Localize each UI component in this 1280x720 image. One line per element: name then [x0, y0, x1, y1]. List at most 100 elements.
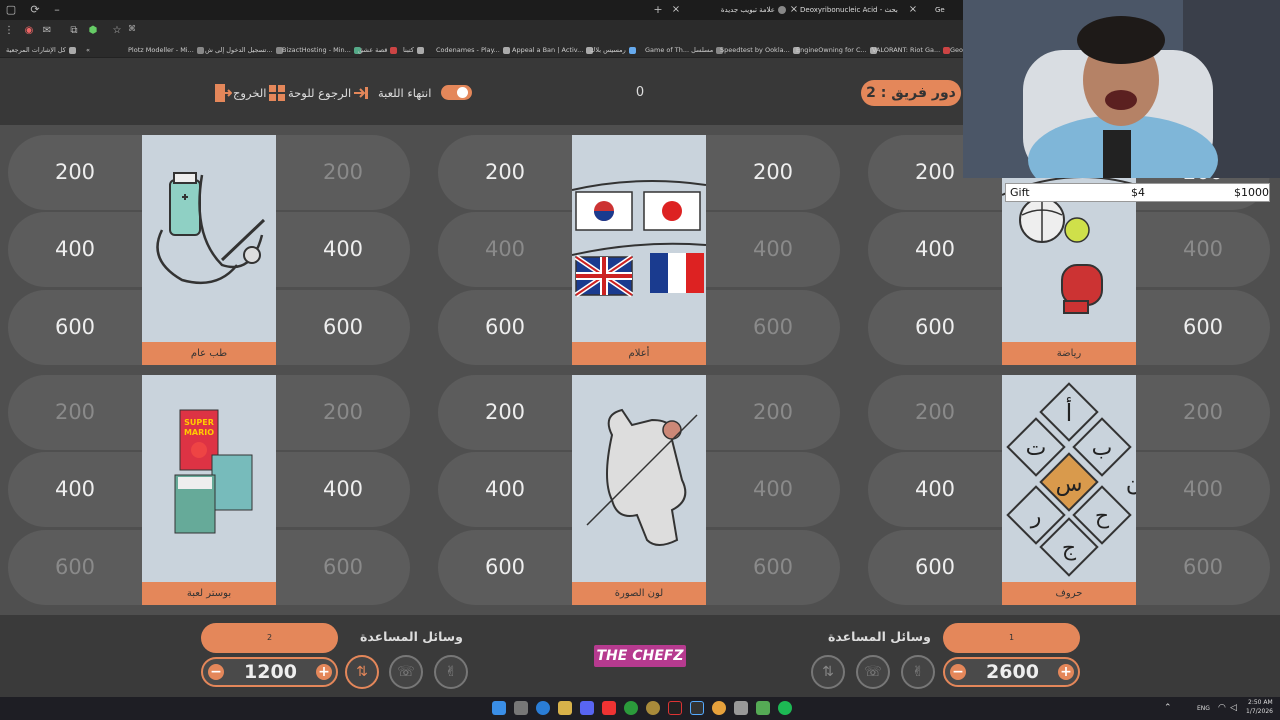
category-illustration	[156, 172, 266, 285]
category-card[interactable]: لون الصورة	[572, 375, 706, 605]
taskbar-app-icon[interactable]	[734, 701, 748, 715]
copy-icon[interactable]: ⧉	[67, 24, 81, 38]
bookmark-item[interactable]: Geo	[950, 44, 963, 56]
end-game-label[interactable]: انتهاء اللعبة	[378, 84, 431, 102]
team2-score: 1200	[244, 661, 297, 683]
category-label: حروف	[1002, 582, 1136, 605]
tab-new[interactable]: علامة تبويب جديدة	[718, 2, 786, 19]
category-card[interactable]: طب عام	[142, 135, 276, 365]
gift-goal: $1000	[1234, 186, 1269, 199]
team1-swap-help-button[interactable]: ⇅	[811, 655, 845, 689]
star-icon[interactable]: ☆	[110, 24, 124, 38]
bookmark-item[interactable]: تسجيل الدخول إلى ش...	[205, 44, 283, 56]
team2-peace-help-button[interactable]: ✌	[434, 655, 468, 689]
exit-label[interactable]: الخروج	[233, 84, 266, 102]
team1-name-pill: 1	[943, 623, 1080, 653]
wifi-icon[interactable]: ◠	[1218, 703, 1226, 713]
back-arrow-icon[interactable]	[352, 84, 370, 102]
team1-score-box: − 2600 +	[943, 657, 1080, 687]
letter-tile: أ	[1066, 397, 1073, 427]
clock-date[interactable]: 1/7/2026	[1246, 708, 1273, 715]
bookmark-item[interactable]: رمسيس بلاك	[590, 44, 636, 56]
url-field[interactable]: ⌘	[128, 24, 136, 33]
clock-time[interactable]: 2:50 AM	[1248, 699, 1273, 706]
team1-peace-help-button[interactable]: ✌	[901, 655, 935, 689]
taskbar-app-icon[interactable]	[646, 701, 660, 715]
profile-icon[interactable]: ◉	[22, 24, 36, 38]
category-card[interactable]: أ ب ت س ج ح ر ن حروف	[1002, 375, 1136, 605]
category-illustration	[572, 180, 706, 298]
back-to-board-label[interactable]: الرجوع للوحة	[288, 84, 351, 102]
team2-name-pill: 2	[201, 623, 338, 653]
more-icon[interactable]: ⋮	[2, 24, 16, 38]
netflix-icon[interactable]	[668, 701, 682, 715]
category-illustration	[586, 408, 698, 546]
bookmark-item[interactable]: VALORANT: Riot Ga...	[872, 44, 951, 56]
team2-swap-help-button[interactable]: ⇅	[345, 655, 379, 689]
window-menu-icon[interactable]: ▢	[4, 3, 18, 17]
taskbar-app-icon[interactable]	[514, 701, 528, 715]
extension-icon[interactable]: ✉	[40, 24, 54, 38]
bookmark-all[interactable]: كل الإشارات المرجعية	[6, 44, 76, 56]
bookmark-item[interactable]: Game of Th... مسلسل	[645, 44, 724, 56]
xbox-icon[interactable]	[624, 701, 638, 715]
category-card[interactable]: SUPER MARIO بوستر لعبة	[142, 375, 276, 605]
letter-tile: ت	[1026, 436, 1047, 461]
team1-call-help-button[interactable]: ☏	[856, 655, 890, 689]
team1-score: 2600	[986, 661, 1039, 683]
category-card[interactable]: أعلام	[572, 135, 706, 365]
question-counter: 0	[635, 85, 645, 100]
start-icon[interactable]	[492, 701, 506, 715]
bookmark-item[interactable]: BizactHosting - Min...	[282, 44, 361, 56]
team2-plus-button[interactable]: +	[316, 664, 332, 680]
steam-icon[interactable]	[690, 701, 704, 715]
minimize-icon[interactable]: –	[50, 3, 64, 17]
category-label: لون الصورة	[572, 582, 706, 605]
bookmark-item[interactable]: قصة عشق	[358, 44, 398, 56]
tab-dna-search[interactable]: Deoxyribonucleic Acid - بحث	[800, 2, 900, 19]
letter-tile: ن	[1126, 472, 1136, 497]
explorer-icon[interactable]	[558, 701, 572, 715]
team1-help-label: وسائل المساعدة	[828, 629, 931, 644]
edge-icon[interactable]	[536, 701, 550, 715]
tab-close-icon[interactable]: ×	[788, 2, 800, 18]
end-game-toggle[interactable]	[441, 85, 472, 100]
letter-tile: ب	[1092, 436, 1113, 461]
team2-call-help-button[interactable]: ☏	[389, 655, 423, 689]
spotify-icon[interactable]	[778, 701, 792, 715]
volume-icon[interactable]: ◁	[1230, 703, 1237, 713]
new-tab-icon[interactable]: +	[651, 3, 665, 17]
tray-chevron-icon[interactable]: ⌃	[1164, 703, 1172, 713]
gift-amount: $4	[1131, 186, 1145, 199]
gift-label: Gift	[1010, 186, 1030, 199]
tab-ge[interactable]: Ge	[935, 2, 965, 19]
shield-icon[interactable]: ⬢	[86, 24, 100, 38]
donation-goal-bar: Gift $4 $1000	[1005, 183, 1270, 202]
chrome-icon[interactable]	[712, 701, 726, 715]
team1-plus-button[interactable]: +	[1058, 664, 1074, 680]
bookmark-chevron-icon[interactable]: «	[86, 44, 90, 56]
category-label: رياضة	[1002, 342, 1136, 365]
language-indicator[interactable]: ENG	[1197, 705, 1210, 712]
tab-close-icon[interactable]: ×	[670, 2, 682, 18]
bookmark-item[interactable]: EngineOwning for C...	[796, 44, 877, 56]
youtube-icon[interactable]	[602, 701, 616, 715]
svg-text:SUPER: SUPER	[184, 418, 214, 427]
toggle-knob	[457, 87, 468, 98]
category-label: أعلام	[572, 342, 706, 365]
svg-text:MARIO: MARIO	[184, 428, 214, 437]
discord-icon[interactable]	[580, 701, 594, 715]
bookmark-item[interactable]: Codenames - Play...	[436, 44, 510, 56]
team1-minus-button[interactable]: −	[950, 664, 966, 680]
grid-icon[interactable]	[268, 84, 286, 102]
bookmark-item[interactable]: Speedtest by Ookla...	[720, 44, 800, 56]
category-label: طب عام	[142, 342, 276, 365]
tab-close-icon[interactable]: ×	[907, 2, 919, 18]
restore-icon[interactable]: ⟳	[28, 3, 42, 17]
team2-minus-button[interactable]: −	[208, 664, 224, 680]
exit-door-icon[interactable]	[212, 83, 232, 103]
bookmark-item[interactable]: كتبنا	[403, 44, 424, 56]
bookmark-item[interactable]: Plotz Modeller - Mi...	[128, 44, 204, 56]
bookmark-item[interactable]: Appeal a Ban | Activ...	[512, 44, 594, 56]
taskbar-app-icon[interactable]	[756, 701, 770, 715]
